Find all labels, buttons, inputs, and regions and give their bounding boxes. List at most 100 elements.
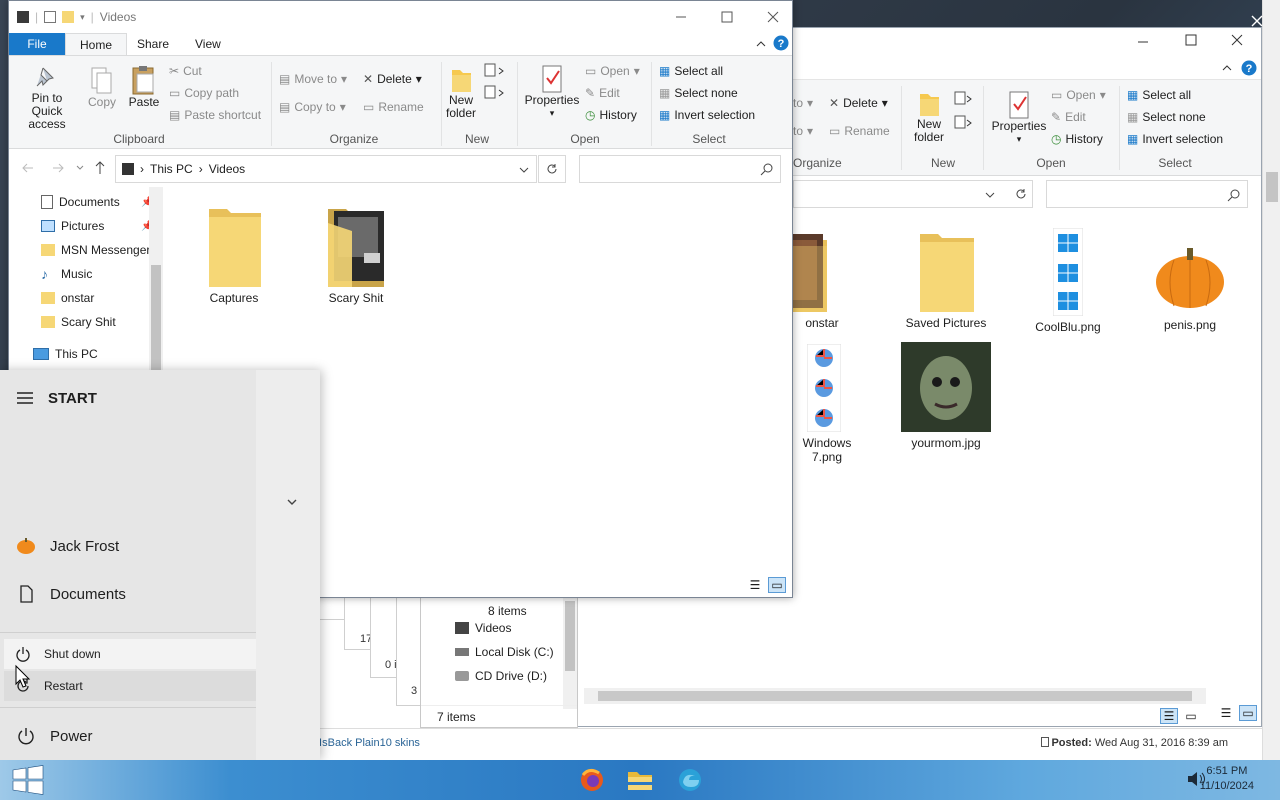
- properties-button[interactable]: Properties ▾: [523, 64, 581, 120]
- history-button[interactable]: ◷ History: [585, 108, 637, 122]
- move-to-button[interactable]: to ▾: [793, 96, 813, 110]
- copy-button[interactable]: Copy: [85, 66, 119, 109]
- easy-access-icon[interactable]: [953, 114, 975, 132]
- breadcrumb-this-pc[interactable]: This PC: [150, 162, 193, 176]
- edit-button[interactable]: ✎ Edit: [1051, 110, 1086, 124]
- collapse-ribbon-icon[interactable]: [755, 38, 767, 50]
- file-item[interactable]: Scary Shit: [301, 205, 411, 305]
- nav-item-scary-shit[interactable]: Scary Shit: [41, 311, 116, 333]
- folder-quick-icon[interactable]: [62, 11, 75, 23]
- easy-access-icon[interactable]: [483, 84, 509, 102]
- up-arrow-icon[interactable]: [93, 160, 107, 176]
- nav-scrollbar[interactable]: [149, 187, 163, 375]
- taskbar-firefox[interactable]: [576, 764, 608, 796]
- maximize-icon[interactable]: [1185, 34, 1197, 46]
- select-all-button[interactable]: ▦ Select all: [1127, 88, 1191, 102]
- forum-skins-link[interactable]: :IsBack Plain10 skins: [316, 737, 420, 749]
- forward-arrow-icon[interactable]: [51, 161, 65, 175]
- large-icons-view-icon[interactable]: ▭: [1239, 705, 1257, 721]
- new-item-icon[interactable]: [953, 90, 975, 108]
- shut-down-button[interactable]: Shut down: [4, 639, 256, 669]
- close-icon[interactable]: [1231, 34, 1243, 46]
- chevron-down-icon[interactable]: ▾: [80, 12, 85, 23]
- large-icons-view-icon[interactable]: ▭: [1182, 708, 1200, 724]
- delete-button[interactable]: ✕ Delete ▾: [363, 72, 422, 86]
- tab-share[interactable]: Share: [123, 33, 183, 55]
- properties-quick-icon[interactable]: [44, 11, 57, 23]
- paste-button[interactable]: Paste: [125, 64, 163, 109]
- new-folder-button[interactable]: New folder: [443, 66, 479, 120]
- scroll-thumb[interactable]: [151, 265, 161, 375]
- nav-item-documents[interactable]: Documents 📌: [41, 191, 153, 213]
- nav-item-videos[interactable]: Videos: [455, 617, 511, 639]
- taskbar-file-explorer[interactable]: [624, 764, 656, 796]
- large-icons-view-icon[interactable]: ▭: [768, 577, 786, 593]
- nav-item-onstar[interactable]: onstar: [41, 287, 94, 309]
- start-header[interactable]: START: [0, 388, 256, 408]
- start-menu[interactable]: START Jack Frost Documents Shut down Res…: [0, 370, 320, 760]
- edit-button[interactable]: ✎ Edit: [585, 86, 620, 100]
- copy-to-button[interactable]: ▤ Copy to ▾: [279, 100, 346, 114]
- open-button[interactable]: ▭ Open ▾: [1051, 88, 1106, 102]
- select-none-button[interactable]: ▦ Select none: [659, 86, 738, 100]
- chevron-down-icon[interactable]: [286, 498, 298, 508]
- tab-file[interactable]: File: [9, 33, 65, 55]
- refresh-icon[interactable]: [1014, 187, 1028, 201]
- minimize-icon[interactable]: [675, 11, 687, 23]
- copy-path-button[interactable]: ▭ Copy path: [169, 86, 239, 100]
- nav-item-pictures[interactable]: Pictures 📌: [41, 215, 153, 237]
- new-item-icon[interactable]: [483, 62, 509, 80]
- address-bar[interactable]: › This PC › Videos: [115, 155, 537, 183]
- nav-item-music[interactable]: ♪ Music: [41, 263, 92, 285]
- search-input[interactable]: [1046, 180, 1248, 208]
- refresh-button[interactable]: [538, 155, 566, 183]
- page-scrollbar[interactable]: [1262, 0, 1280, 760]
- page-scroll-thumb[interactable]: [1266, 172, 1278, 202]
- nav-scrollbar[interactable]: [563, 597, 577, 709]
- collapse-ribbon-icon[interactable]: [1221, 62, 1233, 74]
- start-button[interactable]: [8, 762, 48, 798]
- details-view-icon[interactable]: ☰: [746, 577, 764, 593]
- file-item[interactable]: CoolBlu.png: [1013, 228, 1123, 334]
- history-button[interactable]: ◷ History: [1051, 132, 1103, 146]
- open-button[interactable]: ▭ Open ▾: [585, 64, 640, 78]
- help-icon[interactable]: ?: [1241, 60, 1257, 76]
- select-all-button[interactable]: ▦ Select all: [659, 64, 723, 78]
- delete-button[interactable]: ✕ Delete ▾: [829, 96, 888, 110]
- taskbar-browser[interactable]: [674, 764, 706, 796]
- details-view-icon[interactable]: ☰: [1217, 705, 1235, 721]
- tab-view[interactable]: View: [181, 33, 235, 55]
- tab-home[interactable]: Home: [65, 33, 128, 55]
- copy-to-button[interactable]: to ▾: [793, 124, 813, 138]
- documents-item[interactable]: Documents: [0, 582, 256, 606]
- file-item[interactable]: yourmom.jpg: [891, 342, 1001, 450]
- properties-button[interactable]: Properties ▾: [991, 90, 1047, 146]
- paste-shortcut-button[interactable]: ▤ Paste shortcut: [169, 108, 261, 122]
- back-arrow-icon[interactable]: [21, 161, 35, 175]
- file-item[interactable]: penis.png: [1135, 238, 1245, 332]
- invert-selection-button[interactable]: ▦ Invert selection: [659, 108, 755, 122]
- hamburger-menu-icon[interactable]: [16, 391, 34, 405]
- minimize-icon[interactable]: [1137, 36, 1149, 48]
- user-account-item[interactable]: Jack Frost: [0, 534, 256, 558]
- breadcrumb-videos[interactable]: Videos: [209, 162, 245, 176]
- rename-button[interactable]: ▭ Rename: [829, 124, 890, 138]
- chevron-down-icon[interactable]: [984, 189, 996, 201]
- invert-selection-button[interactable]: ▦ Invert selection: [1127, 132, 1223, 146]
- rename-button[interactable]: ▭ Rename: [363, 100, 424, 114]
- nav-item-this-pc[interactable]: This PC: [33, 343, 98, 365]
- title-bar[interactable]: | ▾ | Videos: [9, 1, 792, 33]
- new-folder-button[interactable]: New folder: [908, 90, 950, 144]
- details-view-icon[interactable]: ☰: [1160, 708, 1178, 724]
- cut-button[interactable]: ✂ Cut: [169, 64, 202, 78]
- address-bar[interactable]: [793, 180, 1033, 208]
- help-icon[interactable]: ?: [773, 35, 789, 51]
- file-item[interactable]: Saved Pictures: [891, 230, 1001, 330]
- close-icon[interactable]: [767, 11, 779, 23]
- power-button[interactable]: Power: [0, 724, 256, 748]
- restart-button[interactable]: Restart: [4, 671, 256, 701]
- chevron-down-icon[interactable]: [518, 164, 530, 176]
- horizontal-scrollbar[interactable]: [584, 688, 1206, 704]
- file-item[interactable]: Captures: [179, 205, 289, 305]
- nav-item-local-disk[interactable]: Local Disk (C:): [455, 641, 554, 663]
